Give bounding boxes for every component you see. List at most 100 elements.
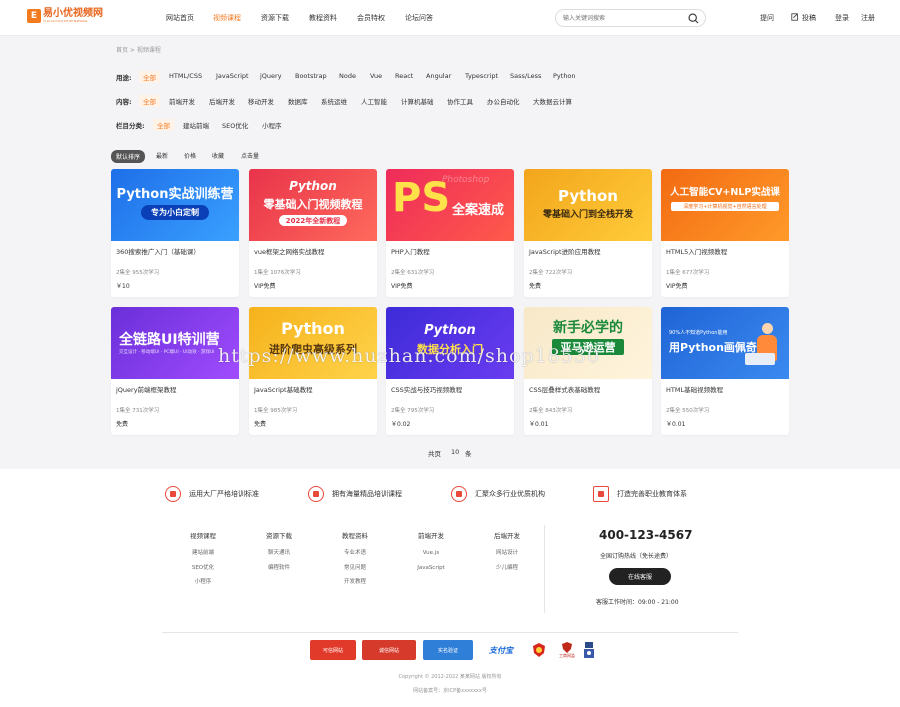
course-card[interactable]: 全链路UI特训营 交互设计 · 移动端UI · PC端UI · UI动效 · 游…: [111, 307, 239, 435]
filter-option[interactable]: 人工智能: [361, 96, 387, 106]
course-title[interactable]: CSS实战与技巧视频教程: [391, 384, 462, 394]
course-card[interactable]: Python实战训练营 专为小白定制 360搜索推广入门（基础课） 2集全 95…: [111, 169, 239, 297]
footer-column: 教程资料 专业术语 常见问题 开发教程: [325, 530, 385, 590]
sort-clicks[interactable]: 点击量: [241, 151, 259, 160]
course-thumbnail[interactable]: Python 零基础入门到全栈开发: [524, 169, 652, 241]
course-title[interactable]: vue框架之网络实战教程: [254, 246, 324, 256]
course-thumbnail[interactable]: Photoshop PS 全案速成: [386, 169, 514, 241]
footer-link[interactable]: 专业术语: [325, 546, 385, 561]
course-title[interactable]: 360搜索推广入门（基础课）: [116, 246, 200, 256]
footer-link[interactable]: SEO优化: [173, 561, 233, 576]
course-title[interactable]: CSS层叠样式表基础教程: [529, 384, 600, 394]
footer-link[interactable]: 聊天通讯: [249, 546, 309, 561]
sort-newest[interactable]: 最新: [156, 151, 168, 160]
icp-record[interactable]: 网站备案号：京ICP备xxxxxxx号: [0, 687, 900, 694]
course-thumbnail[interactable]: Python实战训练营 专为小白定制: [111, 169, 239, 241]
course-title[interactable]: PHP入门教程: [391, 246, 430, 256]
filter-option[interactable]: 全部: [153, 119, 174, 131]
course-thumbnail[interactable]: Python 数据分析入门: [386, 307, 514, 379]
alipay-badge[interactable]: 支付宝: [482, 640, 520, 660]
course-price: 免费: [254, 421, 267, 428]
course-title[interactable]: JavaScript进阶应用教程: [529, 246, 601, 256]
course-card[interactable]: Python 零基础入门视频教程 2022年全新教程 vue框架之网络实战教程 …: [249, 169, 377, 297]
footer-link[interactable]: 开发教程: [325, 575, 385, 590]
business-badge[interactable]: 工商网监: [555, 640, 579, 660]
footer-link[interactable]: 编程软件: [249, 561, 309, 576]
course-thumbnail[interactable]: Python 进阶爬虫高级系列: [249, 307, 377, 379]
course-card[interactable]: 90%人不知道Python能用 用Python画佩奇 HTML基础视频教程 2集…: [661, 307, 789, 435]
help-link[interactable]: 提问: [760, 13, 774, 23]
filter-option[interactable]: Vue: [370, 72, 382, 80]
filter-option[interactable]: SEO优化: [222, 120, 248, 130]
filter-option[interactable]: Angular: [426, 72, 451, 80]
course-title[interactable]: HTML基础视频教程: [666, 384, 723, 394]
verified-badge[interactable]: 实名验证: [423, 640, 473, 660]
footer-link[interactable]: 少儿编程: [477, 561, 537, 576]
footer-link[interactable]: JavaScript: [401, 561, 461, 576]
course-thumbnail[interactable]: 新手必学的 亚马逊运营: [524, 307, 652, 379]
filter-option[interactable]: Bootstrap: [295, 72, 327, 80]
filter-option[interactable]: 协作工具: [447, 96, 473, 106]
nav-item-vip[interactable]: 会员特权: [357, 13, 385, 23]
filter-option[interactable]: 办公自动化: [487, 96, 520, 106]
filter-option[interactable]: Node: [339, 72, 356, 80]
footer-link[interactable]: 建站前端: [173, 546, 233, 561]
nav-item-home[interactable]: 网站首页: [166, 13, 194, 23]
filter-option[interactable]: JavaScript: [216, 72, 249, 80]
thumb-title: Python: [558, 187, 618, 205]
footer-link[interactable]: 网站设计: [477, 546, 537, 561]
building-icon: [451, 486, 467, 502]
submit-link[interactable]: 投稿: [802, 13, 816, 23]
credit-site-badge[interactable]: 诚信网站: [362, 640, 416, 660]
course-thumbnail[interactable]: 90%人不知道Python能用 用Python画佩奇: [661, 307, 789, 379]
filter-option[interactable]: Typescript: [465, 72, 498, 80]
online-service-button[interactable]: 在线客服: [609, 568, 671, 585]
filter-option[interactable]: 系统运维: [321, 96, 347, 106]
sort-favorites[interactable]: 收藏: [212, 151, 224, 160]
filter-option[interactable]: React: [395, 72, 413, 80]
footer-link[interactable]: Vue.js: [401, 546, 461, 561]
breadcrumb[interactable]: 首页 > 视频课程: [116, 45, 161, 54]
filter-option[interactable]: 小程序: [262, 120, 282, 130]
thumb-title: 新手必学的: [553, 320, 623, 336]
course-thumbnail[interactable]: Python 零基础入门视频教程 2022年全新教程: [249, 169, 377, 241]
register-link[interactable]: 注册: [861, 13, 875, 23]
filter-option[interactable]: jQuery: [260, 72, 282, 80]
filter-option[interactable]: Sass/Less: [510, 72, 541, 80]
course-card[interactable]: Python 零基础入门到全栈开发 JavaScript进阶应用教程 2集全 7…: [524, 169, 652, 297]
trusted-site-badge[interactable]: 可信网站: [310, 640, 356, 660]
filter-option[interactable]: 建站前端: [183, 120, 209, 130]
nav-item-forum[interactable]: 论坛问答: [405, 13, 433, 23]
course-title[interactable]: jQuery前端框架教程: [116, 384, 177, 394]
thumb-subtitle: 全案速成: [452, 203, 505, 218]
filter-option[interactable]: 全部: [139, 71, 160, 83]
course-card[interactable]: Python 数据分析入门 CSS实战与技巧视频教程 2集全 795次学习 ￥0…: [386, 307, 514, 435]
filter-option[interactable]: 大数据云计算: [533, 96, 572, 106]
filter-option[interactable]: 移动开发: [248, 96, 274, 106]
filter-option[interactable]: 后端开发: [209, 96, 235, 106]
sort-default[interactable]: 默认排序: [111, 150, 146, 163]
filter-option[interactable]: HTML/CSS: [169, 72, 202, 80]
footer-link[interactable]: 常见问题: [325, 561, 385, 576]
search-input[interactable]: [563, 13, 683, 24]
login-link[interactable]: 登录: [835, 13, 849, 23]
nav-item-tutorials[interactable]: 教程资料: [309, 13, 337, 23]
search-icon[interactable]: [687, 12, 700, 25]
footer-link[interactable]: 小程序: [173, 575, 233, 590]
course-title[interactable]: JavaScript基础教程: [254, 384, 313, 394]
course-thumbnail[interactable]: 人工智能CV+NLP实战课 深度学习+计算机视觉+自然语言处理: [661, 169, 789, 241]
course-thumbnail[interactable]: 全链路UI特训营 交互设计 · 移动端UI · PC端UI · UI动效 · 游…: [111, 307, 239, 379]
nav-item-courses[interactable]: 视频课程: [213, 13, 241, 23]
course-title[interactable]: HTML5入门视频教程: [666, 246, 727, 256]
filter-option[interactable]: 全部: [139, 95, 160, 107]
course-card[interactable]: 新手必学的 亚马逊运营 CSS层叠样式表基础教程 2集全 843次学习 ￥0.0…: [524, 307, 652, 435]
nav-item-downloads[interactable]: 资源下载: [261, 13, 289, 23]
sort-price[interactable]: 价格: [184, 151, 196, 160]
course-card[interactable]: Python 进阶爬虫高级系列 JavaScript基础教程 1集全 985次学…: [249, 307, 377, 435]
filter-option[interactable]: Python: [553, 72, 576, 80]
course-card[interactable]: Photoshop PS 全案速成 PHP入门教程 2集全 631次学习 VIP…: [386, 169, 514, 297]
course-card[interactable]: 人工智能CV+NLP实战课 深度学习+计算机视觉+自然语言处理 HTML5入门视…: [661, 169, 789, 297]
filter-option[interactable]: 前端开发: [169, 96, 195, 106]
filter-option[interactable]: 计算机基础: [401, 96, 434, 106]
filter-option[interactable]: 数据库: [288, 96, 308, 106]
